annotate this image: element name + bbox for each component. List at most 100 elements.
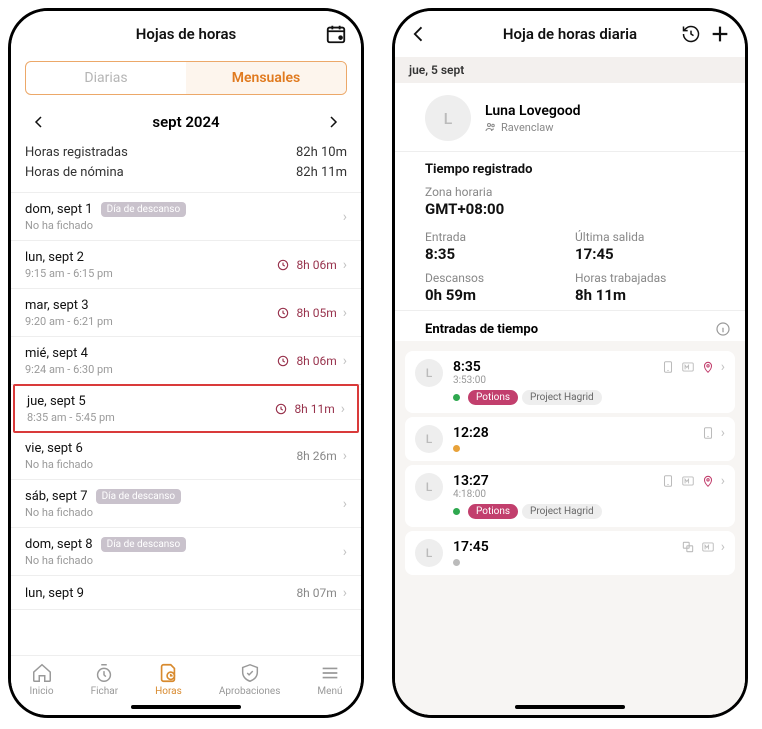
breaks-value: 0h 59m bbox=[425, 286, 565, 304]
worked-label: Horas trabajadas bbox=[575, 271, 715, 285]
detail-title: Hoja de horas diaria bbox=[503, 25, 637, 43]
tab-menu[interactable]: Menú bbox=[317, 662, 342, 697]
clock-icon bbox=[274, 402, 288, 416]
entries-header: Entradas de tiempo bbox=[395, 311, 745, 341]
time-grid: Entrada 8:35 Última salida 17:45 Descans… bbox=[395, 224, 745, 311]
day-sub: 9:15 am - 6:15 pm bbox=[25, 267, 113, 280]
location-pin-icon bbox=[701, 474, 715, 488]
month-label: sept 2024 bbox=[152, 113, 219, 131]
history-icon[interactable] bbox=[681, 24, 701, 44]
logged-hours-label: Horas registradas bbox=[25, 143, 128, 163]
day-row[interactable]: mié, sept 49:24 am - 6:30 pm8h 06m› bbox=[11, 337, 361, 385]
status-dot bbox=[453, 394, 460, 401]
clock-icon bbox=[276, 258, 290, 272]
out-value: 17:45 bbox=[575, 245, 715, 263]
tab-daily[interactable]: Diarias bbox=[26, 62, 186, 94]
day-title: mié, sept 4 bbox=[25, 346, 88, 361]
time-entry[interactable]: L17:45› bbox=[405, 531, 735, 575]
chevron-right-icon: › bbox=[721, 359, 725, 375]
time-entry[interactable]: L8:353:53:00PotionsProject Hagrid› bbox=[405, 351, 735, 413]
day-hours: 8h 07m bbox=[296, 586, 336, 600]
day-row[interactable]: jue, sept 58:35 am - 5:45 pm8h 11m› bbox=[13, 384, 359, 433]
tab-monthly[interactable]: Mensuales bbox=[186, 62, 346, 94]
clock-icon bbox=[276, 306, 290, 320]
day-row[interactable]: dom, sept 8Día de descansoNo ha fichado› bbox=[11, 528, 361, 576]
m-icon bbox=[681, 360, 695, 374]
month-nav: sept 2024 bbox=[11, 103, 361, 141]
entry-avatar: L bbox=[415, 425, 443, 453]
phone-timesheet-list: Hojas de horas Diarias Mensuales sept 20… bbox=[8, 8, 364, 718]
day-hours: 8h 05m bbox=[296, 306, 336, 320]
page-title: Hojas de horas bbox=[136, 25, 236, 43]
payroll-hours-value: 82h 11m bbox=[296, 163, 347, 183]
day-title: lun, sept 9 bbox=[25, 586, 84, 601]
status-dot bbox=[453, 508, 460, 515]
day-sub: 9:20 am - 6:21 pm bbox=[25, 315, 113, 328]
day-title: sáb, sept 7 bbox=[25, 489, 88, 504]
entry-tag: Project Hagrid bbox=[522, 504, 602, 519]
chevron-right-icon: › bbox=[343, 544, 347, 560]
day-sub: No ha fichado bbox=[25, 554, 186, 567]
people-icon bbox=[485, 121, 497, 133]
worked-value: 8h 11m bbox=[575, 286, 715, 304]
day-sub: 9:24 am - 6:30 pm bbox=[25, 363, 113, 376]
prev-month-button[interactable] bbox=[33, 116, 45, 128]
calendar-icon[interactable] bbox=[325, 23, 347, 45]
day-sub: 8:35 am - 5:45 pm bbox=[27, 411, 115, 424]
entry-time: 13:27 bbox=[453, 473, 651, 489]
phone-timesheet-detail: Hoja de horas diaria jue, 5 sept L Luna … bbox=[392, 8, 748, 718]
day-title: vie, sept 6 bbox=[25, 441, 83, 456]
summary: Horas registradas 82h 10m Horas de nómin… bbox=[11, 141, 361, 193]
time-entry[interactable]: L13:274:18:00PotionsProject Hagrid› bbox=[405, 465, 735, 527]
tab-clock[interactable]: Fichar bbox=[91, 662, 119, 697]
tab-home[interactable]: Inicio bbox=[30, 662, 54, 697]
entry-time: 8:35 bbox=[453, 359, 651, 375]
entry-time: 12:28 bbox=[453, 425, 691, 441]
payroll-hours-label: Horas de nómina bbox=[25, 163, 124, 183]
next-month-button[interactable] bbox=[327, 116, 339, 128]
entry-avatar: L bbox=[415, 359, 443, 387]
day-hours: 8h 06m bbox=[296, 354, 336, 368]
back-button[interactable] bbox=[409, 24, 429, 44]
user-card: L Luna Lovegood Ravenclaw bbox=[395, 83, 745, 152]
entry-avatar: L bbox=[415, 473, 443, 501]
day-row[interactable]: vie, sept 6No ha fichado8h 26m› bbox=[11, 432, 361, 480]
chevron-right-icon: › bbox=[343, 496, 347, 512]
chevron-right-icon: › bbox=[343, 305, 347, 321]
day-title: dom, sept 8 bbox=[25, 537, 93, 552]
day-row[interactable]: lun, sept 98h 07m› bbox=[11, 576, 361, 610]
day-title: jue, sept 5 bbox=[27, 394, 86, 409]
day-sub: No ha fichado bbox=[25, 458, 93, 471]
entries-list: L8:353:53:00PotionsProject Hagrid›L12:28… bbox=[395, 341, 745, 715]
device-icon bbox=[661, 360, 675, 374]
date-bar: jue, 5 sept bbox=[395, 57, 745, 83]
chevron-right-icon: › bbox=[343, 257, 347, 273]
entry-duration: 4:18:00 bbox=[453, 489, 651, 500]
home-indicator bbox=[515, 705, 625, 709]
day-row[interactable]: dom, sept 1Día de descansoNo ha fichado› bbox=[11, 193, 361, 241]
tz-label: Zona horaria bbox=[425, 185, 715, 199]
info-icon[interactable] bbox=[715, 321, 731, 337]
day-title: mar, sept 3 bbox=[25, 298, 89, 313]
in-value: 8:35 bbox=[425, 245, 565, 263]
avatar: L bbox=[425, 95, 471, 141]
day-row[interactable]: mar, sept 3 9:20 am - 6:21 pm 8h 05m › bbox=[11, 289, 361, 337]
status-dot bbox=[453, 445, 460, 452]
logged-hours-value: 82h 10m bbox=[296, 143, 347, 163]
timezone-block: Zona horaria GMT+08:00 bbox=[395, 183, 745, 224]
day-hours: 8h 06m bbox=[296, 258, 336, 272]
day-row[interactable]: sáb, sept 7Día de descansoNo ha fichado› bbox=[11, 480, 361, 528]
user-name: Luna Lovegood bbox=[485, 103, 581, 119]
day-row[interactable]: lun, sept 29:15 am - 6:15 pm8h 06m› bbox=[11, 241, 361, 289]
day-hours: 8h 11m bbox=[294, 402, 334, 416]
tab-hours[interactable]: Horas bbox=[155, 662, 182, 697]
day-hours: 8h 26m bbox=[296, 449, 336, 463]
tab-approvals[interactable]: Aprobaciones bbox=[219, 662, 281, 697]
home-indicator bbox=[131, 705, 241, 709]
time-entry[interactable]: L 12:28 › bbox=[405, 417, 735, 461]
breaks-label: Descansos bbox=[425, 271, 565, 285]
device-icon bbox=[701, 426, 715, 440]
chevron-right-icon: › bbox=[721, 425, 725, 441]
add-button[interactable] bbox=[709, 23, 731, 45]
in-label: Entrada bbox=[425, 230, 565, 244]
